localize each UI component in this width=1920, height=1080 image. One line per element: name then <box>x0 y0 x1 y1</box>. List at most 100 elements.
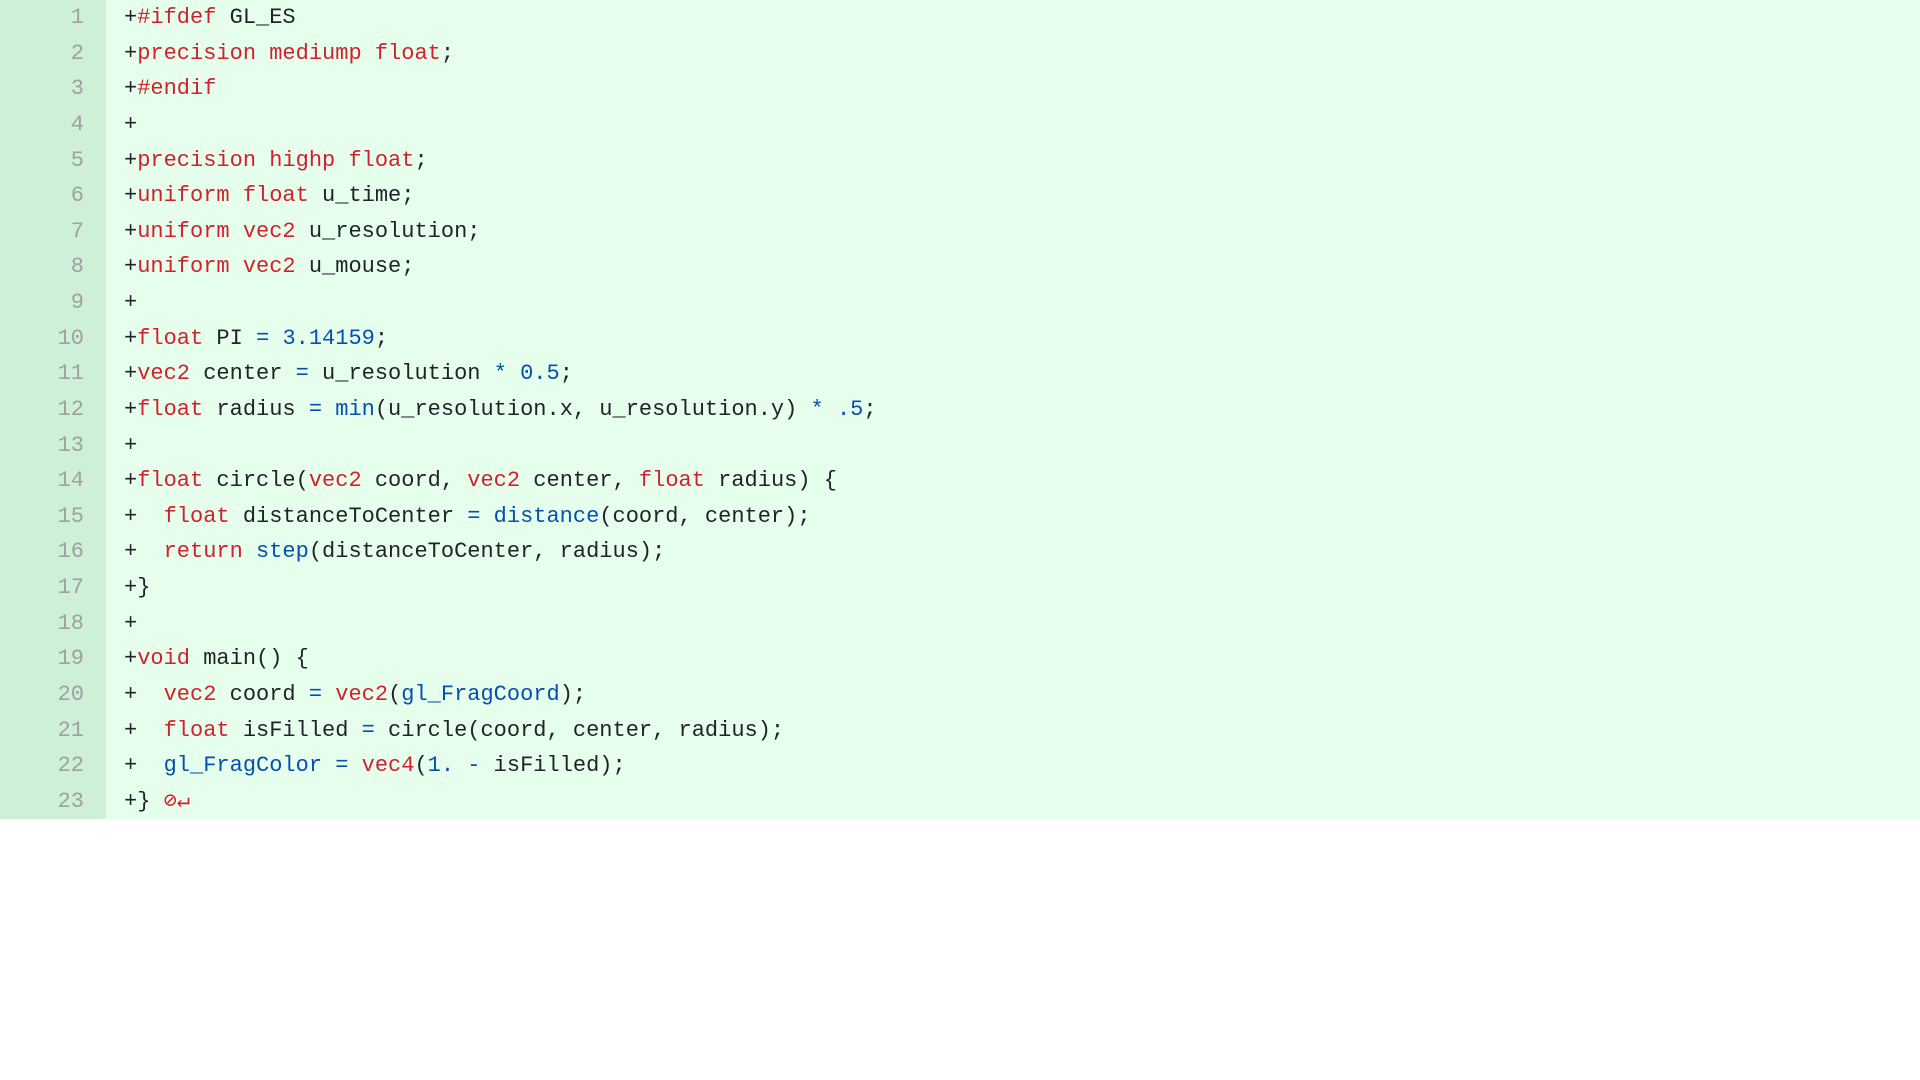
line-content[interactable]: +vec2 center = u_resolution * 0.5; <box>106 356 1920 392</box>
diff-line[interactable]: 11+vec2 center = u_resolution * 0.5; <box>0 356 1920 392</box>
diff-line[interactable]: 14+float circle(vec2 coord, vec2 center,… <box>0 463 1920 499</box>
diff-line[interactable]: 15+ float distanceToCenter = distance(co… <box>0 499 1920 535</box>
line-content[interactable]: +uniform vec2 u_mouse; <box>106 249 1920 285</box>
code-token: u_resolution <box>309 361 494 386</box>
diff-line[interactable]: 10+float PI = 3.14159; <box>0 321 1920 357</box>
line-content[interactable]: +float circle(vec2 coord, vec2 center, f… <box>106 463 1920 499</box>
diff-line[interactable]: 8+uniform vec2 u_mouse; <box>0 249 1920 285</box>
code-token: = <box>362 718 375 743</box>
diff-line[interactable]: 12+float radius = min(u_resolution.x, u_… <box>0 392 1920 428</box>
code-token: + <box>124 326 137 351</box>
code-token: 1. <box>428 753 454 778</box>
line-content[interactable]: + return step(distanceToCenter, radius); <box>106 534 1920 570</box>
code-token: isFilled <box>230 718 362 743</box>
diff-line[interactable]: 16+ return step(distanceToCenter, radius… <box>0 534 1920 570</box>
code-token: + <box>124 753 137 778</box>
code-token: = <box>296 361 309 386</box>
line-content[interactable]: +precision mediump float; <box>106 36 1920 72</box>
code-token: + <box>124 148 137 173</box>
code-token <box>322 682 335 707</box>
line-number: 3 <box>0 71 106 107</box>
line-number: 5 <box>0 143 106 179</box>
line-number: 7 <box>0 214 106 250</box>
line-content[interactable]: +float PI = 3.14159; <box>106 321 1920 357</box>
code-token <box>137 682 163 707</box>
code-token <box>269 326 282 351</box>
line-content[interactable]: +} ⊘↵ <box>106 784 1920 820</box>
code-token: highp <box>269 148 335 173</box>
line-content[interactable]: + <box>106 606 1920 642</box>
code-token: + <box>124 646 137 671</box>
diff-line[interactable]: 4+ <box>0 107 1920 143</box>
code-token: ( <box>414 753 427 778</box>
line-number: 12 <box>0 392 106 428</box>
diff-line[interactable]: 2+precision mediump float; <box>0 36 1920 72</box>
code-token: + <box>124 112 137 137</box>
diff-line[interactable]: 17+} <box>0 570 1920 606</box>
line-content[interactable]: + float isFilled = circle(coord, center,… <box>106 713 1920 749</box>
code-token: + <box>124 789 137 814</box>
code-token <box>335 148 348 173</box>
code-token: step <box>256 539 309 564</box>
line-content[interactable]: +#ifdef GL_ES <box>106 0 1920 36</box>
code-token: float <box>137 397 203 422</box>
code-token: + <box>124 219 137 244</box>
diff-line[interactable]: 9+ <box>0 285 1920 321</box>
line-content[interactable]: + vec2 coord = vec2(gl_FragCoord); <box>106 677 1920 713</box>
code-token: min <box>335 397 375 422</box>
line-content[interactable]: +#endif <box>106 71 1920 107</box>
code-token: float <box>137 326 203 351</box>
line-content[interactable]: + float distanceToCenter = distance(coor… <box>106 499 1920 535</box>
code-token: + <box>124 254 137 279</box>
code-token: float <box>243 183 309 208</box>
diff-line[interactable]: 19+void main() { <box>0 641 1920 677</box>
diff-line[interactable]: 3+#endif <box>0 71 1920 107</box>
code-token: ; <box>863 397 876 422</box>
diff-line[interactable]: 7+uniform vec2 u_resolution; <box>0 214 1920 250</box>
code-token: = <box>309 397 322 422</box>
diff-line[interactable]: 23+} ⊘↵ <box>0 784 1920 820</box>
code-token: distanceToCenter <box>230 504 468 529</box>
diff-line[interactable]: 21+ float isFilled = circle(coord, cente… <box>0 713 1920 749</box>
diff-line[interactable]: 18+ <box>0 606 1920 642</box>
diff-container: 1+#ifdef GL_ES2+precision mediump float;… <box>0 0 1920 819</box>
code-token: ); <box>560 682 586 707</box>
code-token <box>230 183 243 208</box>
code-token: } <box>137 789 150 814</box>
line-content[interactable]: + <box>106 107 1920 143</box>
line-number: 23 <box>0 784 106 820</box>
code-token: circle(coord, center, radius); <box>375 718 784 743</box>
code-token: ⊘↵ <box>164 789 191 814</box>
code-token <box>256 41 269 66</box>
code-token: () { <box>256 646 309 671</box>
code-token <box>256 148 269 173</box>
diff-line[interactable]: 22+ gl_FragColor = vec4(1. - isFilled); <box>0 748 1920 784</box>
line-content[interactable]: + gl_FragColor = vec4(1. - isFilled); <box>106 748 1920 784</box>
diff-line[interactable]: 5+precision highp float; <box>0 143 1920 179</box>
code-token: * <box>494 361 507 386</box>
line-content[interactable]: + <box>106 428 1920 464</box>
code-token: + <box>124 682 137 707</box>
diff-line[interactable]: 13+ <box>0 428 1920 464</box>
code-token: #ifdef <box>137 5 216 30</box>
line-content[interactable]: +uniform float u_time; <box>106 178 1920 214</box>
line-content[interactable]: +precision highp float; <box>106 143 1920 179</box>
line-content[interactable]: +} <box>106 570 1920 606</box>
code-token: u_mouse; <box>296 254 415 279</box>
code-token: - <box>467 753 480 778</box>
line-content[interactable]: +float radius = min(u_resolution.x, u_re… <box>106 392 1920 428</box>
code-token: 0.5 <box>520 361 560 386</box>
diff-line[interactable]: 6+uniform float u_time; <box>0 178 1920 214</box>
code-token: ( <box>388 682 401 707</box>
code-token: uniform <box>137 254 229 279</box>
line-content[interactable]: +void main() { <box>106 641 1920 677</box>
line-content[interactable]: +uniform vec2 u_resolution; <box>106 214 1920 250</box>
code-token: vec2 <box>164 682 217 707</box>
line-content[interactable]: + <box>106 285 1920 321</box>
code-token: distance <box>494 504 600 529</box>
diff-line[interactable]: 1+#ifdef GL_ES <box>0 0 1920 36</box>
code-token: ; <box>441 41 454 66</box>
code-token <box>322 753 335 778</box>
code-token <box>243 539 256 564</box>
diff-line[interactable]: 20+ vec2 coord = vec2(gl_FragCoord); <box>0 677 1920 713</box>
